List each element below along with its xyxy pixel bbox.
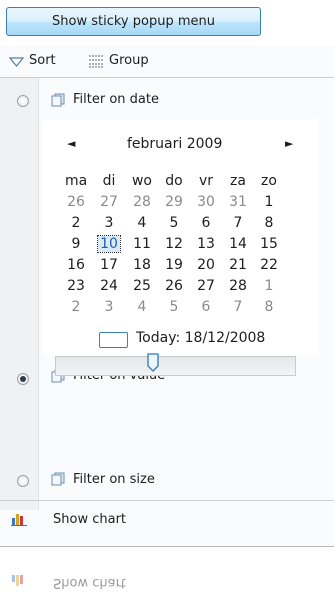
calendar-day[interactable]: 28	[227, 278, 249, 294]
calendar-day-header: vr	[198, 173, 214, 189]
calendar-day[interactable]: 11	[131, 236, 153, 252]
calendar-day[interactable]: 29	[163, 194, 185, 210]
calendar-day[interactable]: 24	[98, 278, 120, 294]
calendar-day[interactable]: 6	[195, 299, 217, 315]
calendar-day-header: wo	[131, 173, 152, 189]
calendar-day[interactable]: 8	[258, 215, 280, 231]
menu-reflection: Show chart	[0, 562, 334, 596]
menu-gutter	[0, 46, 39, 510]
calendar-day[interactable]: 1	[258, 278, 280, 294]
calendar-day[interactable]: 6	[195, 215, 217, 231]
value-slider-thumb[interactable]	[147, 353, 159, 372]
calendar-day-header: za	[230, 173, 246, 189]
button-label: Show sticky popup menu	[52, 14, 215, 29]
show-chart-reflection-label: Show chart	[53, 575, 127, 590]
popup-menu: Sort Group Filter on date ◄ februari 200…	[0, 46, 334, 547]
triangle-down-icon[interactable]	[9, 57, 24, 67]
calendar-grid: ma di wo do vr za zo 26 27 28 29 30 31 1 2 3 4 5 6 7 8 9 10 11 1…	[43, 119, 319, 355]
calendar-day[interactable]: 3	[98, 215, 120, 231]
calendar-day[interactable]: 5	[163, 215, 185, 231]
calendar-day[interactable]: 4	[131, 215, 153, 231]
calendar-day[interactable]: 15	[258, 236, 280, 252]
calendar-day[interactable]: 4	[131, 299, 153, 315]
calendar-day-header: do	[165, 173, 183, 189]
filter-size-label[interactable]: Filter on size	[73, 472, 155, 487]
calendar-day[interactable]: 30	[195, 194, 217, 210]
show-sticky-popup-menu-button[interactable]: Show sticky popup menu	[6, 7, 261, 36]
calendar-day[interactable]: 23	[65, 278, 87, 294]
calendar-day[interactable]: 7	[227, 215, 249, 231]
filter-size-radio[interactable]	[17, 475, 29, 487]
bar-chart-icon	[11, 514, 27, 526]
calendar-day[interactable]: 21	[227, 257, 249, 273]
calendar-day[interactable]: 26	[65, 194, 87, 210]
toolbar-separator	[0, 77, 334, 78]
filter-date-label[interactable]: Filter on date	[73, 92, 159, 107]
calendar-day[interactable]: 22	[258, 257, 280, 273]
today-box	[99, 332, 128, 348]
calendar-day[interactable]: 5	[163, 299, 185, 315]
filter-date-radio[interactable]	[17, 95, 29, 107]
calendar-day[interactable]: 10	[97, 235, 121, 253]
calendar-day[interactable]: 19	[163, 257, 185, 273]
chart-separator	[0, 500, 334, 501]
filter-icon	[51, 93, 65, 107]
calendar-day[interactable]: 18	[131, 257, 153, 273]
filter-value-radio[interactable]	[17, 373, 29, 385]
calendar-day[interactable]: 12	[163, 236, 185, 252]
calendar-day[interactable]: 2	[65, 299, 87, 315]
calendar-day[interactable]: 28	[131, 194, 153, 210]
group-label[interactable]: Group	[109, 53, 149, 68]
calendar-day[interactable]: 1	[258, 194, 280, 210]
today-link[interactable]: Today: 18/12/2008	[136, 330, 265, 346]
calendar-day[interactable]: 9	[65, 236, 87, 252]
calendar-day[interactable]: 20	[195, 257, 217, 273]
calendar-day[interactable]: 7	[227, 299, 249, 315]
bar-chart-icon	[12, 575, 23, 586]
calendar-day[interactable]: 27	[195, 278, 217, 294]
calendar-day-header: di	[102, 173, 116, 189]
calendar-day[interactable]: 31	[227, 194, 249, 210]
show-chart-label[interactable]: Show chart	[53, 512, 126, 527]
calendar-day[interactable]: 2	[65, 215, 87, 231]
calendar-day[interactable]: 8	[258, 299, 280, 315]
filter-icon	[51, 472, 65, 486]
calendar-day[interactable]: 26	[163, 278, 185, 294]
calendar-day[interactable]: 27	[98, 194, 120, 210]
sort-label[interactable]: Sort	[29, 53, 56, 68]
calendar-day[interactable]: 13	[195, 236, 217, 252]
calendar-day-header: ma	[65, 173, 88, 189]
calendar-day[interactable]: 16	[65, 257, 87, 273]
calendar-day[interactable]: 25	[131, 278, 153, 294]
group-icon[interactable]	[88, 54, 104, 68]
value-slider-track[interactable]	[55, 356, 296, 376]
calendar-day[interactable]: 17	[98, 257, 120, 273]
month-calendar: ◄ februari 2009 ► ma di wo do vr za zo 26 27 28 29…	[43, 119, 319, 355]
calendar-day-header: zo	[261, 173, 277, 189]
calendar-day[interactable]: 3	[98, 299, 120, 315]
calendar-day[interactable]: 14	[227, 236, 249, 252]
